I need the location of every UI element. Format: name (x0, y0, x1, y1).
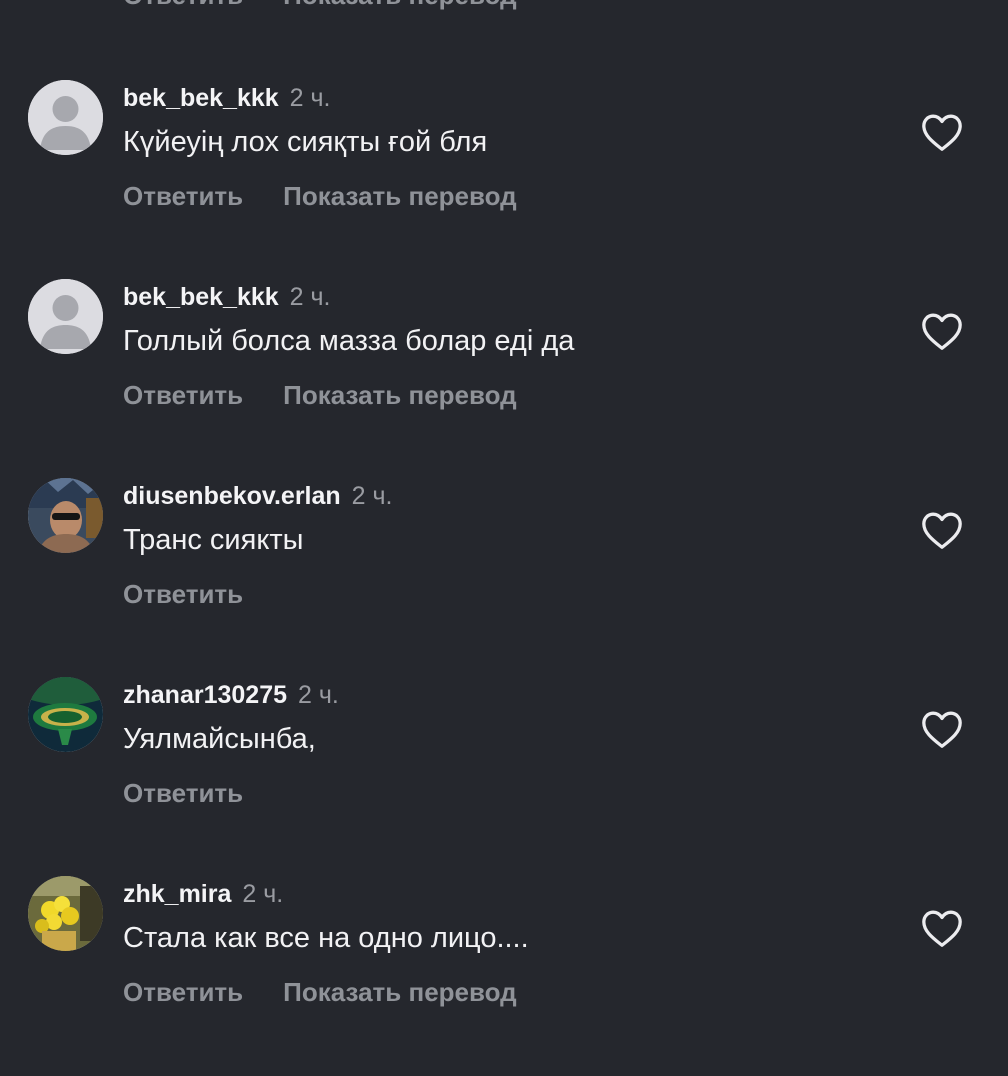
heart-icon[interactable] (920, 510, 964, 550)
comment-actions: Ответить Показать перевод (123, 180, 517, 212)
heart-icon[interactable] (920, 908, 964, 948)
comment-header: bek_bek_kkk 2 ч. (123, 82, 330, 114)
reply-button[interactable]: Ответить (123, 180, 243, 212)
timestamp: 2 ч. (297, 681, 339, 709)
username[interactable]: diusenbekov.erlan (123, 482, 341, 510)
photo-avatar[interactable] (28, 677, 103, 752)
comment-item: zhanar130275 2 ч. Уялмайсынба, Ответить (0, 677, 1008, 877)
username[interactable]: bek_bek_kkk (123, 84, 279, 112)
comment-text: Транс сиякты (123, 524, 304, 556)
comment-actions: Ответить Показать перевод (123, 976, 517, 1008)
comment-text: Уялмайсынба, (123, 723, 316, 755)
comment-header: diusenbekov.erlan 2 ч. (123, 480, 392, 512)
heart-icon[interactable] (920, 112, 964, 152)
reply-button[interactable]: Ответить (123, 976, 243, 1008)
timestamp: 2 ч. (289, 283, 331, 311)
reply-button[interactable]: Ответить (123, 0, 243, 11)
reply-button[interactable]: Ответить (123, 777, 243, 809)
comment-item: zhk_mira 2 ч. Стала как все на одно лицо… (0, 876, 1008, 1076)
heart-icon[interactable] (920, 311, 964, 351)
comment-item: diusenbekov.erlan 2 ч. Транс сиякты Отве… (0, 478, 1008, 678)
username[interactable]: zhk_mira (123, 880, 231, 908)
comment-item: bek_bek_kkk 2 ч. Голлый болса мазза бола… (0, 279, 1008, 479)
timestamp: 2 ч. (289, 84, 331, 112)
show-translation-button[interactable]: Показать перевод (283, 180, 517, 212)
default-avatar[interactable] (28, 279, 103, 354)
username[interactable]: zhanar130275 (123, 681, 287, 709)
heart-icon[interactable] (920, 709, 964, 749)
comment-actions: Ответить (123, 777, 243, 809)
timestamp: 2 ч. (242, 880, 284, 908)
previous-comment-actions: Ответить Показать перевод (123, 0, 517, 11)
default-avatar[interactable] (28, 80, 103, 155)
show-translation-button[interactable]: Показать перевод (283, 379, 517, 411)
comment-item: bek_bek_kkk 2 ч. Күйеуің лох сияқты ғой … (0, 80, 1008, 280)
show-translation-button[interactable]: Показать перевод (283, 0, 517, 11)
comment-header: zhk_mira 2 ч. (123, 878, 283, 910)
comment-header: bek_bek_kkk 2 ч. (123, 281, 330, 313)
timestamp: 2 ч. (351, 482, 393, 510)
reply-button[interactable]: Ответить (123, 379, 243, 411)
username[interactable]: bek_bek_kkk (123, 283, 279, 311)
photo-avatar[interactable] (28, 478, 103, 553)
comment-text: Голлый болса мазза болар еді да (123, 325, 575, 357)
reply-button[interactable]: Ответить (123, 578, 243, 610)
show-translation-button[interactable]: Показать перевод (283, 976, 517, 1008)
comment-actions: Ответить Показать перевод (123, 379, 517, 411)
comment-text: Күйеуің лох сияқты ғой бля (123, 126, 488, 158)
comment-actions: Ответить (123, 578, 243, 610)
photo-avatar[interactable] (28, 876, 103, 951)
comment-text: Стала как все на одно лицо.... (123, 922, 529, 954)
comment-header: zhanar130275 2 ч. (123, 679, 339, 711)
